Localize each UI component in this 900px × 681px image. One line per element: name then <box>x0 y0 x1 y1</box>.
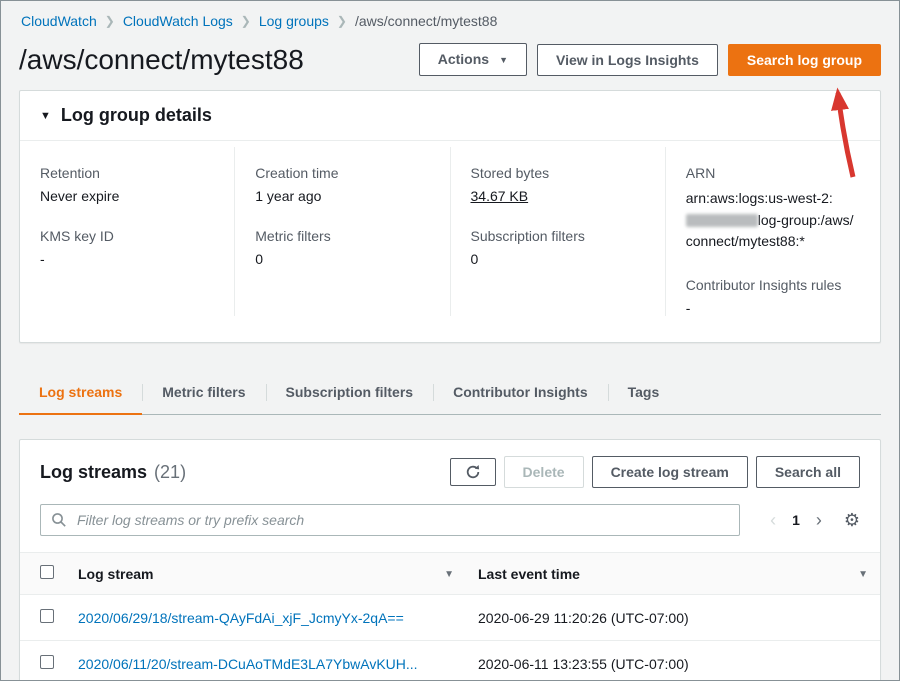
tab-metric-filters[interactable]: Metric filters <box>142 371 265 414</box>
arn-value: arn:aws:logs:us-west-2:log-group:/aws/co… <box>686 188 860 253</box>
field-label: Metric filters <box>255 228 429 244</box>
column-header-last-event-time: Last event time <box>478 566 580 582</box>
contributor-insights-field: Contributor Insights rules - <box>686 277 860 316</box>
cloudwatch-log-group-page: CloudWatch ❯ CloudWatch Logs ❯ Log group… <box>0 0 900 681</box>
field-label: Creation time <box>255 165 429 181</box>
field-label: Subscription filters <box>471 228 645 244</box>
filter-row: ‹ 1 › ⚙ <box>20 502 880 552</box>
row-checkbox[interactable] <box>40 655 54 669</box>
tab-contributor-insights[interactable]: Contributor Insights <box>433 371 608 414</box>
chevron-down-icon: ▼ <box>499 55 508 65</box>
details-grid: Retention Never expire KMS key ID - Crea… <box>20 141 880 342</box>
field-value: - <box>686 300 860 316</box>
log-streams-header: Log streams (21) Delete Create log strea… <box>20 440 880 502</box>
breadcrumb-current: /aws/connect/mytest88 <box>355 13 497 29</box>
select-all-checkbox[interactable] <box>40 565 54 579</box>
tab-bar: Log streams Metric filters Subscription … <box>19 371 881 415</box>
field-label: KMS key ID <box>40 228 214 244</box>
refresh-icon <box>465 464 481 480</box>
metric-filters-field: Metric filters 0 <box>255 228 429 267</box>
tab-subscription-filters[interactable]: Subscription filters <box>266 371 434 414</box>
breadcrumb-separator-icon: ❯ <box>105 14 115 28</box>
create-log-stream-button[interactable]: Create log stream <box>592 456 748 488</box>
log-streams-count: (21) <box>154 462 186 483</box>
header-buttons: Actions▼ View in Logs Insights Search lo… <box>419 43 881 76</box>
breadcrumb-cloudwatch[interactable]: CloudWatch <box>21 13 97 29</box>
sort-icon[interactable]: ▼ <box>858 569 868 580</box>
field-label: Contributor Insights rules <box>686 277 860 293</box>
arn-prefix: arn:aws:logs:us-west-2: <box>686 190 833 206</box>
details-column-1: Retention Never expire KMS key ID - <box>20 147 234 316</box>
field-value: 0 <box>255 251 429 267</box>
refresh-button[interactable] <box>450 458 496 486</box>
delete-button[interactable]: Delete <box>504 456 584 488</box>
collapse-arrow-icon[interactable]: ▼ <box>40 110 51 122</box>
breadcrumb-separator-icon: ❯ <box>337 14 347 28</box>
field-label: Stored bytes <box>471 165 645 181</box>
log-group-details-card: ▼ Log group details Retention Never expi… <box>19 90 881 343</box>
last-event-time: 2020-06-29 11:20:26 (UTC-07:00) <box>466 595 880 641</box>
search-icon <box>51 512 67 528</box>
table-row: 2020/06/29/18/stream-QAyFdAi_xjF_JcmyYx-… <box>20 595 880 641</box>
last-event-time: 2020-06-11 13:23:55 (UTC-07:00) <box>466 641 880 681</box>
breadcrumb-log-groups[interactable]: Log groups <box>259 13 329 29</box>
log-streams-title: Log streams <box>40 462 147 483</box>
tab-log-streams[interactable]: Log streams <box>19 371 142 415</box>
field-value: 0 <box>471 251 645 267</box>
next-page-icon[interactable]: › <box>816 511 822 529</box>
stored-bytes-field: Stored bytes 34.67 KB <box>471 165 645 204</box>
row-checkbox[interactable] <box>40 609 54 623</box>
log-group-details-header[interactable]: ▼ Log group details <box>20 91 880 141</box>
search-log-group-button[interactable]: Search log group <box>728 44 881 76</box>
breadcrumb-cloudwatch-logs[interactable]: CloudWatch Logs <box>123 13 233 29</box>
search-all-button[interactable]: Search all <box>756 456 860 488</box>
creation-time-field: Creation time 1 year ago <box>255 165 429 204</box>
pagination: ‹ 1 › ⚙ <box>754 510 860 531</box>
details-column-3: Stored bytes 34.67 KB Subscription filte… <box>450 147 665 316</box>
page-number[interactable]: 1 <box>792 512 800 528</box>
stored-bytes-value[interactable]: 34.67 KB <box>471 188 529 204</box>
gear-icon[interactable]: ⚙ <box>844 510 860 531</box>
arn-field: ARN arn:aws:logs:us-west-2:log-group:/aw… <box>686 165 860 253</box>
log-streams-table: Log stream ▼ Last event time ▼ 2020/06/2… <box>20 552 880 681</box>
sort-icon[interactable]: ▼ <box>444 569 454 580</box>
retention-field: Retention Never expire <box>40 165 214 204</box>
previous-page-icon[interactable]: ‹ <box>770 511 776 529</box>
field-value: Never expire <box>40 188 214 204</box>
log-group-details-title: Log group details <box>61 105 212 126</box>
page-title: /aws/connect/mytest88 <box>19 44 304 76</box>
tab-tags[interactable]: Tags <box>608 371 680 414</box>
table-header-row: Log stream ▼ Last event time ▼ <box>20 553 880 595</box>
breadcrumb: CloudWatch ❯ CloudWatch Logs ❯ Log group… <box>1 1 899 33</box>
field-value: - <box>40 251 214 267</box>
log-stream-link[interactable]: 2020/06/11/20/stream-DCuAoTMdE3LA7YbwAvK… <box>78 656 418 672</box>
log-streams-actions: Delete Create log stream Search all <box>450 456 860 488</box>
details-column-2: Creation time 1 year ago Metric filters … <box>234 147 449 316</box>
breadcrumb-separator-icon: ❯ <box>241 14 251 28</box>
field-value: 1 year ago <box>255 188 429 204</box>
log-streams-card: Log streams (21) Delete Create log strea… <box>19 439 881 681</box>
field-label: ARN <box>686 165 860 181</box>
kms-key-field: KMS key ID - <box>40 228 214 267</box>
table-row: 2020/06/11/20/stream-DCuAoTMdE3LA7YbwAvK… <box>20 641 880 681</box>
actions-button[interactable]: Actions▼ <box>419 43 527 76</box>
view-in-logs-insights-button[interactable]: View in Logs Insights <box>537 44 718 76</box>
log-stream-link[interactable]: 2020/06/29/18/stream-QAyFdAi_xjF_JcmyYx-… <box>78 610 404 626</box>
redacted-account-id <box>686 214 758 227</box>
filter-log-streams-input[interactable] <box>40 504 740 536</box>
page-header: /aws/connect/mytest88 Actions▼ View in L… <box>1 33 899 90</box>
subscription-filters-field: Subscription filters 0 <box>471 228 645 267</box>
search-box <box>40 504 740 536</box>
field-label: Retention <box>40 165 214 181</box>
column-header-log-stream: Log stream <box>78 566 153 582</box>
details-column-4: ARN arn:aws:logs:us-west-2:log-group:/aw… <box>665 147 880 316</box>
